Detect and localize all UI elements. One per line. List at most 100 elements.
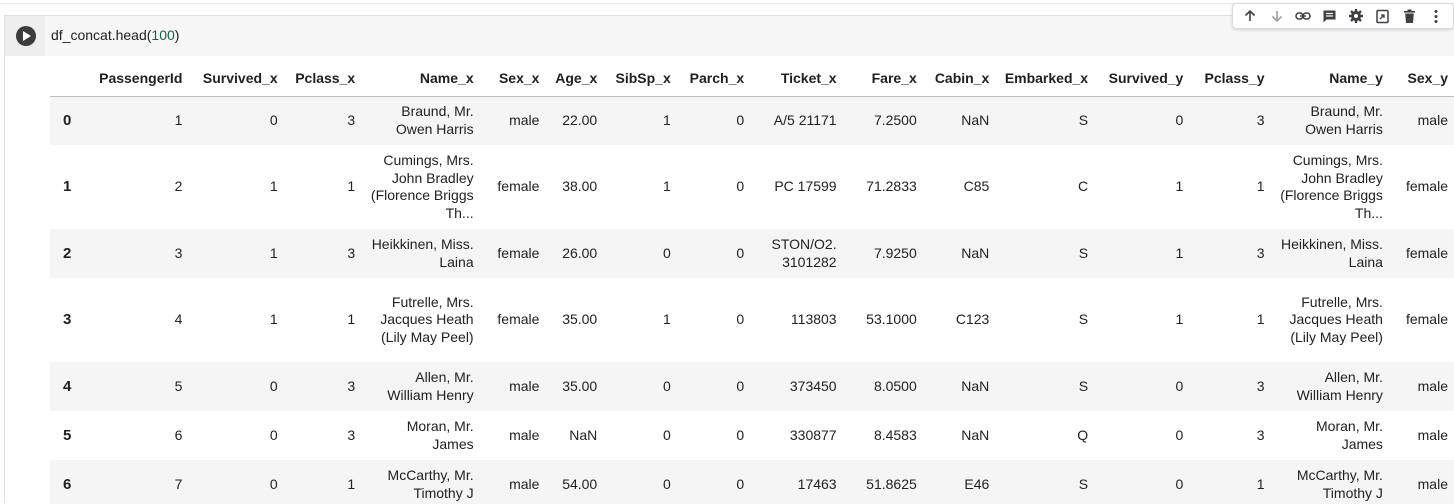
table-cell: 1 [1256,178,1265,195]
column-header: PassengerId [89,61,190,97]
row-index: 5 [63,426,72,444]
table-cell: female [497,244,540,261]
trash-icon [1403,9,1415,23]
table-cell: S [1078,377,1089,394]
table-cell: 1 [174,112,183,128]
table-cell: 0 [269,112,278,128]
table-row: 0 1 0 3 Braund, Mr. Owen Harris male 22.… [50,96,1454,145]
notebook-code-cell[interactable]: df_concat.head(100) PassengerId Survived… [4,3,1454,504]
table-cell: 0 [736,311,745,328]
arrow-up-icon [1245,9,1256,21]
table-cell: C [1077,178,1089,195]
table-cell: 17463 [797,475,837,492]
table-cell: 0 [1175,426,1184,443]
table-cell: 0 [662,475,671,492]
table-cell: female [1405,311,1448,328]
table-cell: 0 [736,377,745,394]
table-cell: female [497,311,540,328]
table-cell: male [509,475,540,492]
table-cell: S [1078,112,1089,128]
table-cell: 0 [1175,475,1184,492]
row-index: 1 [63,178,72,196]
table-cell: E46 [964,475,990,492]
move-up-button[interactable] [1239,5,1261,27]
copy-link-button[interactable] [1292,5,1314,27]
table-cell: 0 [736,475,745,492]
table-cell: Braund, Mr. Owen Harris [1305,103,1383,137]
column-header: Parch_x [677,61,752,97]
cell-settings-button[interactable] [1345,5,1367,27]
table-cell: 0 [736,244,745,261]
table-cell: NaN [961,377,990,394]
more-actions-button[interactable] [1425,5,1447,27]
mirror-cell-icon [1376,9,1389,23]
column-header: Cabin_x [923,61,997,97]
column-header: Ticket_x [751,61,844,97]
row-index: 6 [63,475,72,493]
run-cell-button[interactable] [16,26,36,46]
column-header: Sex_y [1389,61,1454,97]
code-number: 100 [151,27,175,43]
table-cell: 54.00 [562,475,598,492]
table-cell: 3 [347,426,356,443]
column-header: Pclass_y [1190,61,1272,97]
cell-gutter [5,16,45,56]
table-cell: Futrelle, Mrs. Jacques Heath (Lily May P… [380,293,474,345]
table-cell: 0 [1175,112,1184,128]
code-text-end: ) [174,27,180,43]
table-cell: Allen, Mr. William Henry [387,369,474,403]
more-vert-icon [1434,9,1438,23]
table-cell: 3 [1256,244,1265,261]
table-row: 4 5 0 3 Allen, Mr. William Henry male 35… [50,362,1454,411]
column-header: Survived_y [1095,61,1191,97]
row-index: 2 [63,244,72,262]
table-cell: 2 [174,178,183,195]
code-editor[interactable]: df_concat.head(100) [51,27,179,43]
table-cell: C85 [963,178,990,195]
move-down-button[interactable] [1266,5,1288,27]
table-cell: 0 [1175,377,1184,394]
table-cell: Heikkinen, Miss. Laina [1281,236,1383,270]
table-cell: 0 [736,178,745,195]
table-cell: 7.9250 [873,244,917,261]
table-cell: 7 [174,475,183,492]
table-cell: 330877 [789,426,837,443]
table-cell: STON/O2. 3101282 [771,236,837,270]
gear-icon [1349,9,1364,23]
column-header: Survived_x [189,61,285,97]
table-cell: S [1078,244,1089,261]
cell-output: PassengerId Survived_x Pclass_x Name_x S… [50,61,1454,504]
table-cell: male [509,112,540,128]
mirror-cell-button[interactable] [1372,5,1394,27]
table-cell: Cumings, Mrs. John Bradley (Florence Bri… [370,152,474,221]
add-comment-button[interactable] [1319,5,1341,27]
table-cell: 0 [736,426,745,443]
table-cell: 3 [1256,426,1265,443]
table-cell: 6 [174,426,183,443]
table-cell: Heikkinen, Miss. Laina [371,236,474,270]
table-cell: 38.00 [562,178,598,195]
table-cell: 51.8625 [866,475,917,492]
table-cell: Cumings, Mrs. John Bradley (Florence Bri… [1280,152,1383,221]
table-row: 3 4 1 1 Futrelle, Mrs. Jacques Heath (Li… [50,278,1454,362]
delete-cell-button[interactable] [1398,5,1420,27]
column-header: Age_x [546,61,605,97]
table-cell: 1 [1256,475,1265,492]
cell-toolbar [1232,3,1454,29]
table-cell: 0 [269,377,278,394]
table-cell: 1 [269,244,278,261]
table-row: 2 3 1 3 Heikkinen, Miss. Laina female 26… [50,229,1454,278]
table-cell: 1 [662,112,671,128]
table-cell: 71.2833 [866,178,917,195]
table-cell: 113803 [790,311,837,328]
table-row: 6 7 0 1 McCarthy, Mr. Timothy J male 54.… [50,460,1454,504]
table-cell: 1 [347,475,356,492]
arrow-down-icon [1271,11,1282,23]
table-cell: 7.2500 [873,112,917,128]
table-cell: female [497,178,540,195]
table-cell: female [1405,244,1448,261]
table-cell: 1 [347,311,356,328]
column-header: Pclass_x [284,61,363,97]
table-cell: Moran, Mr. James [406,418,474,452]
table-cell: 1 [662,311,671,328]
